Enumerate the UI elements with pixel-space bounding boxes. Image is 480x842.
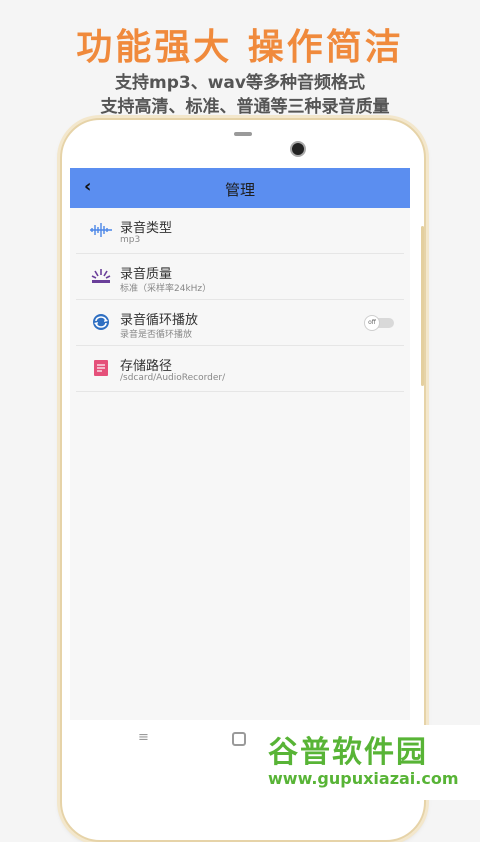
waveform-icon (90, 221, 112, 239)
toggle-state-label: off (364, 315, 380, 331)
loop-toggle-switch[interactable]: off (364, 315, 394, 331)
home-icon[interactable] (232, 732, 246, 746)
menu-icon[interactable]: ≡ (138, 730, 149, 745)
promo-line-2: 支持高清、标准、普通等三种录音质量 (100, 97, 390, 117)
earpiece-speaker (234, 132, 252, 136)
setting-value: 录音是否循环播放 (120, 330, 193, 340)
setting-title: 录音类型 (120, 221, 173, 236)
watermark-url: www.gupuxiazai.com (268, 769, 459, 788)
quality-icon (90, 267, 112, 285)
setting-title: 录音质量 (120, 267, 173, 282)
setting-title: 存储路径 (120, 359, 173, 374)
page-title: 管理 (224, 181, 255, 199)
front-camera-icon (290, 141, 306, 157)
promo-headline: 功能强大 操作简洁 (76, 27, 404, 68)
setting-value: /sdcard/AudioRecorder/ (120, 373, 226, 383)
setting-recording-quality[interactable]: 录音质量 标准（采样率24kHz） (76, 254, 404, 300)
setting-value: 标准（采样率24kHz） (120, 284, 212, 294)
setting-loop-playback[interactable]: 录音循环播放 录音是否循环播放 off (76, 300, 404, 346)
loop-icon (90, 313, 112, 331)
promo-line-1: 支持mp3、wav等多种音频格式 (115, 73, 365, 93)
site-watermark: 谷普软件园 www.gupuxiazai.com (262, 725, 480, 800)
folder-icon (90, 359, 112, 377)
setting-title: 录音循环播放 (120, 313, 199, 328)
setting-recording-type[interactable]: 录音类型 mp3 (76, 208, 404, 254)
app-bar: ‹ 管理 (70, 168, 410, 208)
setting-value: mp3 (120, 235, 141, 245)
app-screen: ‹ 管理 录音类型 mp3 录音质量 标准（采样率24kHz） 录音循环播放 录… (70, 168, 410, 720)
watermark-title: 谷普软件园 (268, 735, 428, 770)
phone-side-button (421, 226, 424, 386)
setting-storage-path[interactable]: 存储路径 /sdcard/AudioRecorder/ (76, 346, 404, 392)
